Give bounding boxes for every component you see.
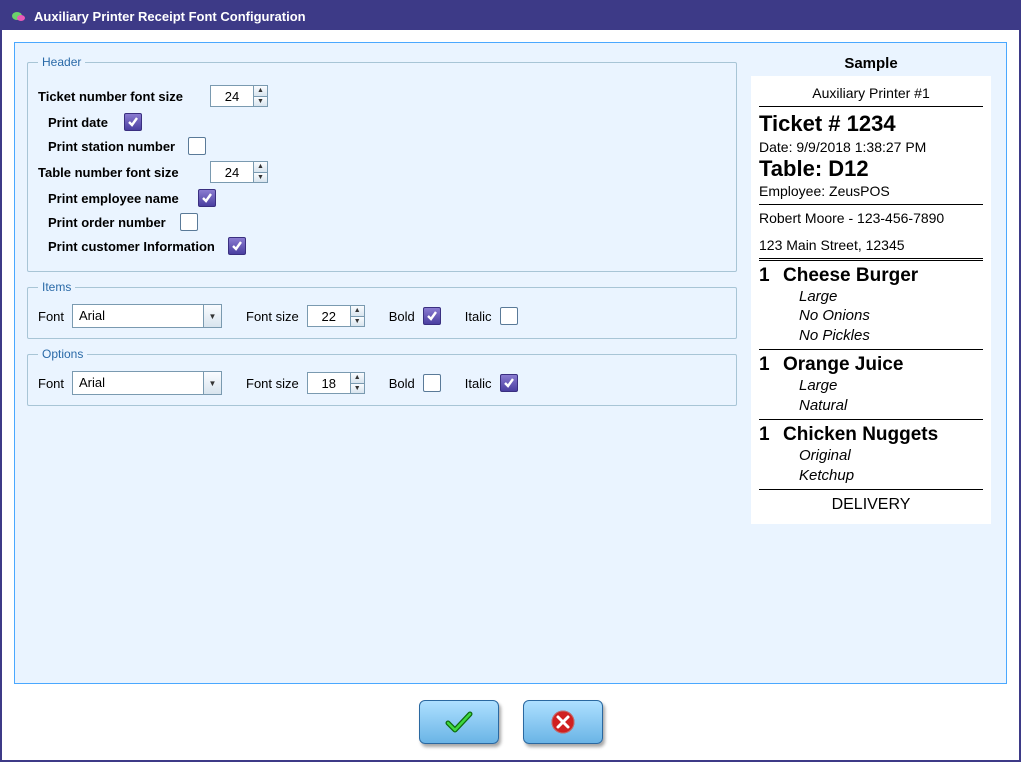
ok-button[interactable]: [419, 700, 499, 744]
receipt-employee: Employee: ZeusPOS: [759, 182, 983, 200]
fieldset-options-legend: Options: [38, 347, 87, 361]
label-options-font-size: Font size: [246, 376, 299, 391]
receipt-item-option: Ketchup: [799, 466, 983, 486]
receipt-table: Table: D12: [759, 156, 983, 182]
table-font-size-input[interactable]: [211, 162, 253, 182]
items-font-size-down[interactable]: ▼: [351, 317, 364, 327]
label-table-font-size: Table number font size: [38, 165, 210, 180]
receipt-item-option: No Pickles: [799, 326, 983, 346]
items-font-size-spinner[interactable]: ▲ ▼: [307, 305, 365, 327]
app-icon: [10, 8, 26, 24]
window-title: Auxiliary Printer Receipt Font Configura…: [34, 9, 306, 24]
sample-column: Sample Auxiliary Printer #1 Ticket # 123…: [751, 55, 991, 524]
receipt-date: Date: 9/9/2018 1:38:27 PM: [759, 138, 983, 156]
label-items-bold: Bold: [389, 309, 415, 324]
checkbox-options-bold[interactable]: [423, 374, 441, 392]
label-items-font-size: Font size: [246, 309, 299, 324]
label-print-date: Print date: [48, 115, 124, 130]
receipt-item-qty: 1: [759, 265, 783, 287]
receipt-item: 1Cheese Burger: [759, 265, 983, 287]
options-font-size-spinner[interactable]: ▲ ▼: [307, 372, 365, 394]
label-ticket-font-size: Ticket number font size: [38, 89, 210, 104]
receipt-item-qty: 1: [759, 424, 783, 446]
checkbox-options-italic[interactable]: [500, 374, 518, 392]
label-items-font: Font: [38, 309, 64, 324]
titlebar: Auxiliary Printer Receipt Font Configura…: [2, 2, 1019, 30]
checkbox-items-bold[interactable]: [423, 307, 441, 325]
fieldset-items-legend: Items: [38, 280, 75, 294]
main-panel: Header Ticket number font size ▲ ▼ Pri: [14, 42, 1007, 684]
options-font-size-up[interactable]: ▲: [351, 373, 364, 384]
check-icon: [444, 710, 474, 734]
fieldset-options: Options Font Arial ▼ Font size: [27, 347, 737, 406]
label-print-station: Print station number: [48, 139, 188, 154]
options-font-size-down[interactable]: ▼: [351, 384, 364, 394]
receipt-item-option: Natural: [799, 396, 983, 416]
receipt-item-option: No Onions: [799, 306, 983, 326]
checkbox-print-customer[interactable]: [228, 237, 246, 255]
checkbox-print-station[interactable]: [188, 137, 206, 155]
label-options-italic: Italic: [465, 376, 492, 391]
fieldset-header-legend: Header: [38, 55, 85, 69]
receipt-ticket: Ticket # 1234: [759, 111, 983, 137]
cancel-icon: [550, 709, 576, 735]
ticket-font-size-spinner[interactable]: ▲ ▼: [210, 85, 268, 107]
receipt-item: 1Orange Juice: [759, 354, 983, 376]
ticket-font-size-up[interactable]: ▲: [254, 86, 267, 97]
receipt-item-name: Orange Juice: [783, 354, 903, 376]
items-font-size-input[interactable]: [308, 306, 350, 326]
config-column: Header Ticket number font size ▲ ▼ Pri: [27, 55, 737, 414]
items-font-size-up[interactable]: ▲: [351, 306, 364, 317]
receipt-customer-line1: Robert Moore - 123-456-7890: [759, 209, 983, 227]
label-print-employee: Print employee name: [48, 191, 198, 206]
footer-buttons: [2, 694, 1019, 750]
items-font-value: Arial: [73, 305, 203, 327]
receipt-printer-name: Auxiliary Printer #1: [759, 84, 983, 102]
receipt-footer: DELIVERY: [759, 496, 983, 514]
fieldset-header: Header Ticket number font size ▲ ▼ Pri: [27, 55, 737, 272]
receipt-item-name: Chicken Nuggets: [783, 424, 938, 446]
ticket-font-size-down[interactable]: ▼: [254, 97, 267, 107]
window: Auxiliary Printer Receipt Font Configura…: [0, 0, 1021, 762]
checkbox-print-employee[interactable]: [198, 189, 216, 207]
label-items-italic: Italic: [465, 309, 492, 324]
items-font-combo[interactable]: Arial ▼: [72, 304, 222, 328]
receipt-preview: Auxiliary Printer #1 Ticket # 1234 Date:…: [751, 76, 991, 524]
label-options-font: Font: [38, 376, 64, 391]
checkbox-print-order[interactable]: [180, 213, 198, 231]
options-font-dropdown-button[interactable]: ▼: [203, 372, 221, 394]
receipt-items: 1Cheese BurgerLargeNo OnionsNo Pickles1O…: [759, 265, 983, 491]
options-font-value: Arial: [73, 372, 203, 394]
receipt-item-qty: 1: [759, 354, 783, 376]
table-font-size-up[interactable]: ▲: [254, 162, 267, 173]
client-area: Header Ticket number font size ▲ ▼ Pri: [2, 30, 1019, 760]
cancel-button[interactable]: [523, 700, 603, 744]
table-font-size-down[interactable]: ▼: [254, 173, 267, 183]
checkbox-print-date[interactable]: [124, 113, 142, 131]
receipt-item-option: Original: [799, 446, 983, 466]
options-font-size-input[interactable]: [308, 373, 350, 393]
label-print-order: Print order number: [48, 215, 180, 230]
receipt-customer-line2: 123 Main Street, 12345: [759, 236, 983, 254]
receipt-item-name: Cheese Burger: [783, 265, 918, 287]
table-font-size-spinner[interactable]: ▲ ▼: [210, 161, 268, 183]
sample-heading: Sample: [751, 55, 991, 72]
options-font-combo[interactable]: Arial ▼: [72, 371, 222, 395]
items-font-dropdown-button[interactable]: ▼: [203, 305, 221, 327]
receipt-item-option: Large: [799, 287, 983, 307]
label-options-bold: Bold: [389, 376, 415, 391]
fieldset-items: Items Font Arial ▼ Font size: [27, 280, 737, 339]
checkbox-items-italic[interactable]: [500, 307, 518, 325]
ticket-font-size-input[interactable]: [211, 86, 253, 106]
receipt-item-option: Large: [799, 376, 983, 396]
receipt-item: 1Chicken Nuggets: [759, 424, 983, 446]
label-print-customer: Print customer Information: [48, 239, 228, 254]
